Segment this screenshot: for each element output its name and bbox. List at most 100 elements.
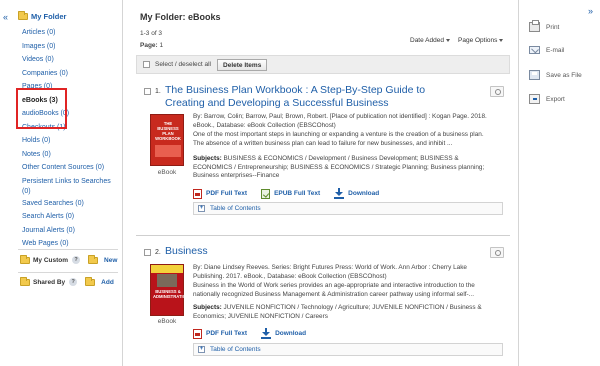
results-main: My Folder: eBooks 1-3 of 3 Page: 1 Date … xyxy=(124,0,517,366)
page-options-dropdown[interactable]: Page Options xyxy=(458,37,504,44)
sidebar-item-holds[interactable]: Holds (0) xyxy=(22,134,120,148)
export-tool[interactable]: Export xyxy=(529,94,565,104)
add-shared-folder-link[interactable]: Add xyxy=(101,279,114,286)
subjects-text[interactable]: BUSINESS & ECONOMICS / Development / Bus… xyxy=(193,155,484,179)
pdf-full-text-link[interactable]: PDF Full Text xyxy=(206,330,247,337)
subjects-text[interactable]: JUVENILE NONFICTION / Technology / Agric… xyxy=(193,304,482,320)
result-item: 1. The Business Plan Workbook : A Step-B… xyxy=(136,84,510,225)
email-label: E-mail xyxy=(546,46,565,54)
sidebar-item-companies[interactable]: Companies (0) xyxy=(22,67,120,81)
result-description: One of the most important steps in launc… xyxy=(193,131,484,147)
page-number[interactable]: 1 xyxy=(160,42,164,49)
result-meta: By: Barrow, Colin; Barrow, Paul; Brown, … xyxy=(193,113,491,130)
select-all-checkbox[interactable] xyxy=(143,61,150,68)
expand-plus-icon: + xyxy=(198,205,205,212)
sidebar-item-other-content-sources[interactable]: Other Content Sources (0) xyxy=(22,161,120,175)
collapse-sidebar-icon[interactable]: « xyxy=(3,12,8,22)
result-subjects: Subjects: JUVENILE NONFICTION / Technolo… xyxy=(193,304,491,321)
folder-icon xyxy=(20,276,30,286)
table-of-contents-toggle[interactable]: + Table of Contents xyxy=(193,202,503,215)
table-of-contents-link[interactable]: Table of Contents xyxy=(210,346,261,353)
download-icon xyxy=(261,328,272,339)
folder-icon xyxy=(18,11,28,20)
epub-full-text-link[interactable]: EPUB Full Text xyxy=(274,190,320,197)
result-meta: By: Diane Lindsey Reeves. Series: Bright… xyxy=(193,264,491,281)
sidebar-item-search-alerts[interactable]: Search Alerts (0) xyxy=(22,210,120,224)
result-number: 2. xyxy=(155,249,161,256)
sidebar-divider xyxy=(18,272,118,273)
collapse-tools-icon[interactable]: » xyxy=(588,6,593,16)
pdf-icon xyxy=(193,328,202,339)
page-label: Page: xyxy=(140,42,158,49)
chevron-down-icon xyxy=(499,38,504,42)
print-tool[interactable]: Print xyxy=(529,20,560,32)
sidebar-item-videos[interactable]: Videos (0) xyxy=(22,53,120,67)
sort-label: Date Added xyxy=(410,37,444,44)
result-number: 1. xyxy=(155,88,161,95)
results-toolbar: Select / deselect all Delete Items xyxy=(136,55,510,74)
chevron-down-icon xyxy=(445,38,450,42)
add-shared-folder-icon xyxy=(85,276,96,286)
shared-by-title: Shared By xyxy=(33,278,66,286)
cover-title-text: THE BUSINESS PLAN WORKBOOK xyxy=(155,121,181,141)
download-link[interactable]: Download xyxy=(348,190,379,197)
result-checkbox[interactable] xyxy=(144,88,151,95)
preview-magnifier-icon[interactable] xyxy=(490,247,504,258)
new-folder-icon xyxy=(88,254,99,264)
help-icon[interactable]: ? xyxy=(72,256,81,264)
page-title: My Folder: eBooks xyxy=(140,12,221,22)
sidebar-item-persistent-links[interactable]: Persistent Links to Searches (0) xyxy=(22,175,120,197)
my-folder-label: My Folder xyxy=(31,12,67,21)
help-icon[interactable]: ? xyxy=(69,278,78,286)
table-of-contents-toggle[interactable]: + Table of Contents xyxy=(193,343,503,356)
sidebar-item-notes[interactable]: Notes (0) xyxy=(22,148,120,162)
print-icon xyxy=(529,20,540,32)
result-checkbox[interactable] xyxy=(144,249,151,256)
my-custom-title: My Custom xyxy=(33,256,69,264)
email-tool[interactable]: E-mail xyxy=(529,46,564,54)
result-description: Business in the World of Work series pro… xyxy=(193,282,475,298)
full-text-links: PDF Full Text EPUB Full Text Download xyxy=(193,188,393,199)
result-title-link[interactable]: Business xyxy=(165,245,465,258)
result-divider xyxy=(136,235,510,236)
subjects-label: Subjects: xyxy=(193,304,222,311)
cover-band xyxy=(155,145,181,157)
subjects-label: Subjects: xyxy=(193,155,222,162)
email-icon xyxy=(529,46,540,54)
result-subjects: Subjects: BUSINESS & ECONOMICS / Develop… xyxy=(193,155,491,181)
preview-magnifier-icon[interactable] xyxy=(490,86,504,97)
format-label: eBook xyxy=(157,318,177,325)
full-text-links: PDF Full Text Download xyxy=(193,328,320,339)
epub-icon xyxy=(261,188,271,199)
sidebar-item-saved-searches[interactable]: Saved Searches (0) xyxy=(22,197,120,211)
export-icon xyxy=(529,94,540,104)
new-custom-folder-link[interactable]: New xyxy=(104,257,117,264)
export-label: Export xyxy=(546,95,565,103)
save-as-file-tool[interactable]: Save as File xyxy=(529,70,582,80)
download-link[interactable]: Download xyxy=(275,330,306,337)
folder-sidebar: « My Folder Articles (0) Images (0) Vide… xyxy=(0,0,123,366)
sidebar-item-images[interactable]: Images (0) xyxy=(22,40,120,54)
table-of-contents-link[interactable]: Table of Contents xyxy=(210,205,261,212)
byline: By: Barrow, Colin; Barrow, Paul; Brown, … xyxy=(193,113,487,129)
result-item: 2. Business BUSINESS & ADMINISTRATION eB… xyxy=(136,245,510,361)
sidebar-item-journal-alerts[interactable]: Journal Alerts (0) xyxy=(22,224,120,238)
print-label: Print xyxy=(546,23,560,31)
sort-dropdown[interactable]: Date Added xyxy=(410,37,450,44)
page-options-label: Page Options xyxy=(458,37,498,44)
sidebar-item-articles[interactable]: Articles (0) xyxy=(22,26,120,40)
my-folder-root[interactable]: My Folder xyxy=(18,11,67,21)
book-cover-image[interactable]: THE BUSINESS PLAN WORKBOOK xyxy=(150,114,184,166)
expand-plus-icon: + xyxy=(198,346,205,353)
delete-items-button[interactable]: Delete Items xyxy=(217,58,268,71)
book-cover-image[interactable]: BUSINESS & ADMINISTRATION xyxy=(150,264,189,316)
cover-photo xyxy=(157,274,177,287)
result-count: 1-3 of 3 xyxy=(140,30,163,37)
cover-top-band xyxy=(151,265,183,273)
tools-panel: Print E-mail Save as File Export xyxy=(518,0,600,366)
sidebar-divider xyxy=(18,249,118,250)
result-title-link[interactable]: The Business Plan Workbook : A Step-By-S… xyxy=(165,84,465,110)
cover-title-text: BUSINESS & ADMINISTRATION xyxy=(153,289,189,299)
pdf-full-text-link[interactable]: PDF Full Text xyxy=(206,190,247,197)
save-label: Save as File xyxy=(546,71,582,79)
